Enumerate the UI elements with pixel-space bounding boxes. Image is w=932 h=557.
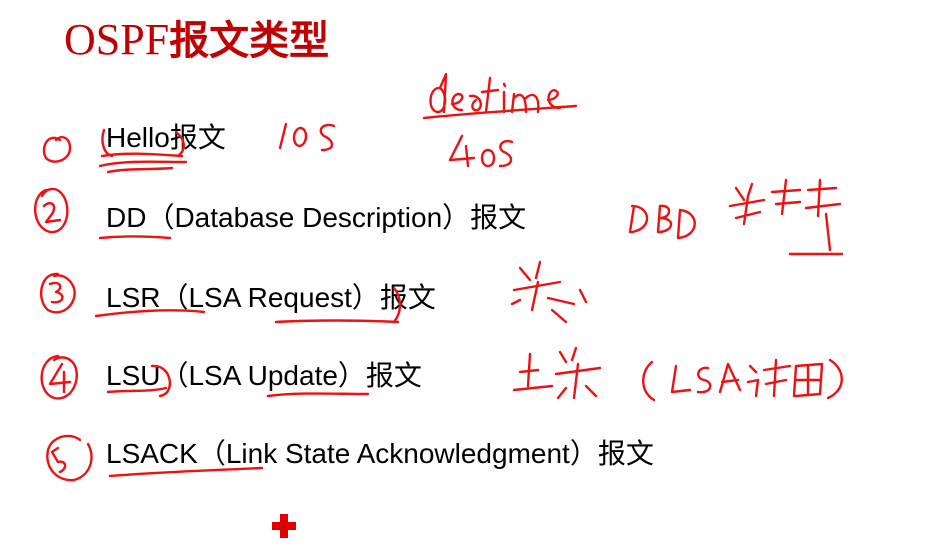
hand-number-2	[33, 187, 69, 234]
list-item-dd: DD（Database Description）报文	[106, 200, 526, 236]
red-cross-icon	[272, 514, 296, 538]
item-code: Hello	[106, 122, 170, 153]
item-code: LSR	[106, 282, 161, 313]
list-item-lsu: LSU（LSA Update）报文	[106, 358, 422, 394]
hand-number-1	[42, 136, 72, 163]
hand-number-5	[46, 434, 93, 482]
item-suffix: 报文	[379, 281, 436, 314]
item-suffix: 报文	[470, 201, 527, 234]
item-detail: （Database Description）	[146, 202, 471, 233]
item-detail: （LSA Update）	[160, 360, 366, 391]
item-code: LSU	[106, 360, 161, 391]
list-item-hello: Hello报文	[106, 120, 226, 156]
title-latin: OSPF	[64, 15, 170, 64]
item-suffix: 报文	[169, 121, 226, 154]
item-code: LSACK	[106, 438, 198, 469]
list-item-lsack: LSACK（Link State Acknowledgment）报文	[106, 436, 654, 472]
item-detail: （LSA Request）	[160, 282, 380, 313]
slide-title: OSPF报文类型	[64, 12, 329, 69]
item-suffix: 报文	[597, 437, 654, 470]
hand-number-3	[39, 272, 76, 314]
list-item-lsr: LSR（LSA Request）报文	[106, 280, 436, 316]
slide: { "slide": { "title_latin": "OSPF", "tit…	[0, 0, 932, 557]
hand-number-4	[40, 354, 78, 400]
item-code: DD	[106, 202, 147, 233]
title-chinese: 报文类型	[169, 18, 330, 64]
handwritten-annotations	[33, 72, 844, 482]
item-detail: （Link State Acknowledgment）	[197, 438, 598, 469]
item-suffix: 报文	[365, 359, 422, 392]
